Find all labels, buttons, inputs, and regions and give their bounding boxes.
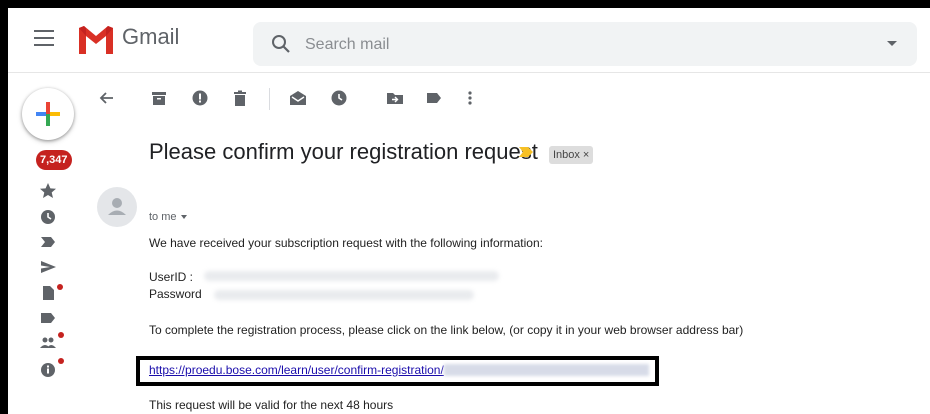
draft-icon[interactable] [38, 283, 58, 303]
redacted-userid [204, 271, 499, 281]
sender-avatar [97, 187, 137, 227]
search-options-caret-icon[interactable] [887, 41, 897, 46]
label-icon[interactable] [38, 308, 58, 328]
email-subject: Please confirm your registration request [149, 139, 538, 164]
inbox-unread-badge[interactable]: 7,347 [36, 150, 72, 170]
people-icon[interactable] [38, 333, 58, 353]
more-options-icon[interactable] [460, 88, 480, 108]
info-icon[interactable] [38, 359, 58, 379]
search-bar[interactable] [253, 22, 917, 66]
star-icon[interactable] [38, 181, 58, 201]
confirm-registration-link[interactable]: https://proedu.bose.com/learn/user/confi… [149, 363, 444, 377]
top-bar: Gmail [8, 8, 930, 73]
search-input[interactable] [303, 32, 867, 58]
recipient-details-caret-icon[interactable] [180, 215, 187, 220]
mark-unread-icon[interactable] [288, 88, 308, 108]
delete-icon[interactable] [230, 88, 250, 108]
remove-label-icon[interactable]: × [583, 149, 589, 161]
snooze-icon[interactable] [329, 88, 349, 108]
default-avatar-icon [108, 198, 126, 215]
clock-icon[interactable] [38, 207, 58, 227]
app-title[interactable]: Gmail [122, 24, 179, 50]
important-icon[interactable] [38, 232, 58, 252]
labels-icon[interactable] [424, 88, 444, 108]
importance-marker-icon[interactable] [518, 146, 534, 158]
body-instruction: To complete the registration process, pl… [149, 323, 744, 337]
back-arrow-icon[interactable] [97, 88, 117, 108]
password-label: Password [149, 287, 202, 301]
compose-button[interactable] [22, 88, 74, 140]
report-spam-icon[interactable] [190, 88, 210, 108]
inbox-label-chip: Inbox × [549, 146, 594, 164]
body-intro: We have received your subscription reque… [149, 236, 543, 250]
compose-plus-icon [36, 102, 60, 126]
send-icon[interactable] [38, 257, 58, 277]
gmail-window: Gmail 7,347 [8, 8, 930, 414]
redacted-password [214, 290, 474, 300]
people-notification-dot [58, 332, 64, 338]
toolbar-separator [269, 88, 270, 110]
archive-icon[interactable] [149, 88, 169, 108]
redacted-link-token [444, 364, 649, 376]
info-notification-dot [58, 358, 64, 364]
inbox-label-text: Inbox [553, 149, 580, 161]
recipient-text: to me [149, 211, 177, 223]
search-icon[interactable] [271, 34, 291, 54]
draft-notification-dot [57, 284, 63, 290]
recipient-details[interactable]: to me [149, 211, 187, 223]
userid-label: UserID : [149, 270, 194, 284]
validity-note: This request will be valid for the next … [149, 398, 394, 412]
main-menu-icon[interactable] [34, 30, 54, 48]
move-to-icon[interactable] [385, 88, 405, 108]
gmail-logo-icon[interactable] [77, 22, 115, 56]
